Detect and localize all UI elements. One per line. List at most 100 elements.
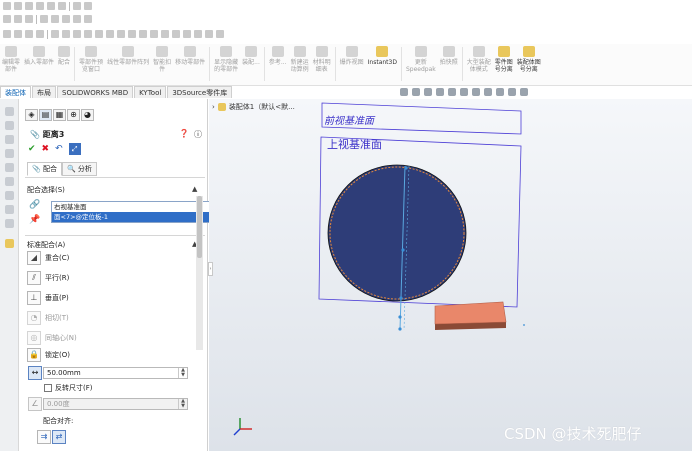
- handle-dot[interactable]: [404, 166, 408, 170]
- rail-icon[interactable]: [5, 163, 14, 172]
- display-style-icon[interactable]: [460, 88, 468, 96]
- display-manager-tab-icon[interactable]: ◕: [81, 109, 94, 121]
- tool-icon[interactable]: [84, 2, 92, 10]
- mate-coincident[interactable]: ◢ 重合(C): [27, 250, 69, 265]
- tangent-icon[interactable]: ◔: [27, 310, 41, 325]
- tab-kytool[interactable]: KYTool: [134, 86, 167, 98]
- ribbon-button[interactable]: 参考...: [267, 44, 289, 66]
- collapse-icon[interactable]: ▲: [192, 185, 197, 193]
- tool-icon[interactable]: [3, 30, 11, 38]
- tab-layout[interactable]: 布局: [32, 86, 56, 98]
- tool-icon[interactable]: [106, 30, 114, 38]
- tool-icon[interactable]: [73, 15, 81, 23]
- section-mate-selections[interactable]: 配合选择(S) ▲: [27, 185, 207, 195]
- rail-icon[interactable]: [5, 177, 14, 186]
- tool-icon[interactable]: [172, 30, 180, 38]
- quick-toolbar-1[interactable]: [0, 0, 92, 12]
- concentric-icon[interactable]: ◎: [27, 330, 41, 345]
- property-manager-tab-icon[interactable]: ▤: [39, 109, 52, 121]
- help-icon[interactable]: ❓: [179, 129, 189, 138]
- lock-icon[interactable]: 🔒: [27, 347, 41, 362]
- quick-toolbar-3[interactable]: [0, 28, 224, 40]
- ribbon-button[interactable]: 爆炸视图: [338, 44, 366, 66]
- pin-button[interactable]: ⤢: [68, 143, 81, 155]
- tool-icon[interactable]: [161, 30, 169, 38]
- ribbon-button[interactable]: 移动零部件: [173, 44, 207, 66]
- tool-icon[interactable]: [73, 2, 81, 10]
- tab-assembly[interactable]: 装配体: [0, 86, 31, 98]
- rail-icon[interactable]: [5, 219, 14, 228]
- distance-button[interactable]: ↔: [28, 366, 42, 380]
- tool-icon[interactable]: [25, 30, 33, 38]
- ribbon-button[interactable]: 拍快照: [438, 44, 460, 66]
- rail-icon[interactable]: [5, 191, 14, 200]
- tool-icon[interactable]: [95, 30, 103, 38]
- scrollbar-thumb[interactable]: [197, 196, 202, 258]
- zoom-icon[interactable]: [400, 88, 408, 96]
- ribbon-button[interactable]: Instant3D: [366, 44, 399, 66]
- anti-aligned-button[interactable]: ⇄: [52, 430, 66, 444]
- tool-icon[interactable]: [194, 30, 202, 38]
- round-disc[interactable]: [327, 164, 467, 302]
- mate-parallel[interactable]: ⫽ 平行(R): [27, 270, 69, 285]
- ribbon-button[interactable]: 线性零部件阵列: [105, 44, 151, 66]
- flip-selection-icon[interactable]: 📌: [29, 215, 40, 225]
- rail-icon[interactable]: [5, 135, 14, 144]
- coincident-icon[interactable]: ◢: [27, 250, 41, 265]
- ribbon-button[interactable]: 零件图 号分离: [493, 44, 515, 73]
- ribbon-button[interactable]: 插入零部件: [22, 44, 56, 66]
- feature-manager-tab-icon[interactable]: ◈: [25, 109, 38, 121]
- tool-icon[interactable]: [62, 30, 70, 38]
- configuration-manager-tab-icon[interactable]: ▦: [53, 109, 66, 121]
- ribbon-button[interactable]: 零部件预 览窗口: [77, 44, 105, 73]
- tool-icon[interactable]: [117, 30, 125, 38]
- aligned-button[interactable]: ⇉: [37, 430, 51, 444]
- spinner-arrows-icon[interactable]: ▲ ▼: [178, 368, 187, 378]
- tool-icon[interactable]: [128, 30, 136, 38]
- selection-item[interactable]: 面<7>@定位板-1: [52, 212, 214, 222]
- quick-toolbar-2[interactable]: [0, 13, 92, 25]
- tab-3dsource[interactable]: 3DSource零件库: [167, 86, 233, 98]
- mate-perpendicular[interactable]: ⊥ 垂直(P): [27, 290, 69, 305]
- tool-icon[interactable]: [139, 30, 147, 38]
- rail-icon[interactable]: [5, 121, 14, 130]
- tab-mbd[interactable]: SOLIDWORKS MBD: [57, 86, 134, 98]
- tool-icon[interactable]: [40, 15, 48, 23]
- tool-icon[interactable]: [14, 30, 22, 38]
- tool-icon[interactable]: [84, 30, 92, 38]
- tool-icon[interactable]: [51, 15, 59, 23]
- tool-icon[interactable]: [73, 30, 81, 38]
- ribbon-button[interactable]: 装配...: [240, 44, 262, 66]
- appearance-icon[interactable]: [484, 88, 492, 96]
- ribbon-button[interactable]: 配合: [56, 44, 72, 66]
- mate-tangent[interactable]: ◔ 相切(T): [27, 310, 69, 325]
- tool-icon[interactable]: [62, 15, 70, 23]
- rail-icon[interactable]: [5, 149, 14, 158]
- undo-button[interactable]: ↶: [55, 144, 63, 154]
- perpendicular-icon[interactable]: ⊥: [27, 290, 41, 305]
- previous-view-icon[interactable]: [424, 88, 432, 96]
- tool-icon[interactable]: [36, 30, 44, 38]
- scene-icon[interactable]: [496, 88, 504, 96]
- tool-icon[interactable]: [14, 15, 22, 23]
- parallel-icon[interactable]: ⫽: [27, 270, 41, 285]
- tool-icon[interactable]: [3, 15, 11, 23]
- info-icon[interactable]: ⓘ: [194, 129, 202, 140]
- tool-icon[interactable]: [183, 30, 191, 38]
- handle-dot[interactable]: [401, 248, 405, 252]
- monitor-icon[interactable]: [520, 88, 528, 96]
- tool-icon[interactable]: [25, 15, 33, 23]
- view-settings-icon[interactable]: [508, 88, 516, 96]
- tool-icon[interactable]: [58, 2, 66, 10]
- tool-icon[interactable]: [84, 15, 92, 23]
- angle-button[interactable]: ∠: [28, 397, 42, 411]
- positioning-plate[interactable]: [434, 301, 507, 325]
- ribbon-button[interactable]: 大型装配 体模式: [465, 44, 493, 73]
- pm-scrollbar[interactable]: [196, 196, 203, 350]
- angle-input[interactable]: 0.00度 ▲ ▼: [43, 398, 188, 410]
- dimxpert-tab-icon[interactable]: ⊕: [67, 109, 80, 121]
- mate-lock[interactable]: 🔒 锁定(O): [27, 347, 70, 362]
- selection-item[interactable]: 右视基准面: [52, 202, 214, 212]
- zoom-area-icon[interactable]: [412, 88, 420, 96]
- tool-icon[interactable]: [3, 2, 11, 10]
